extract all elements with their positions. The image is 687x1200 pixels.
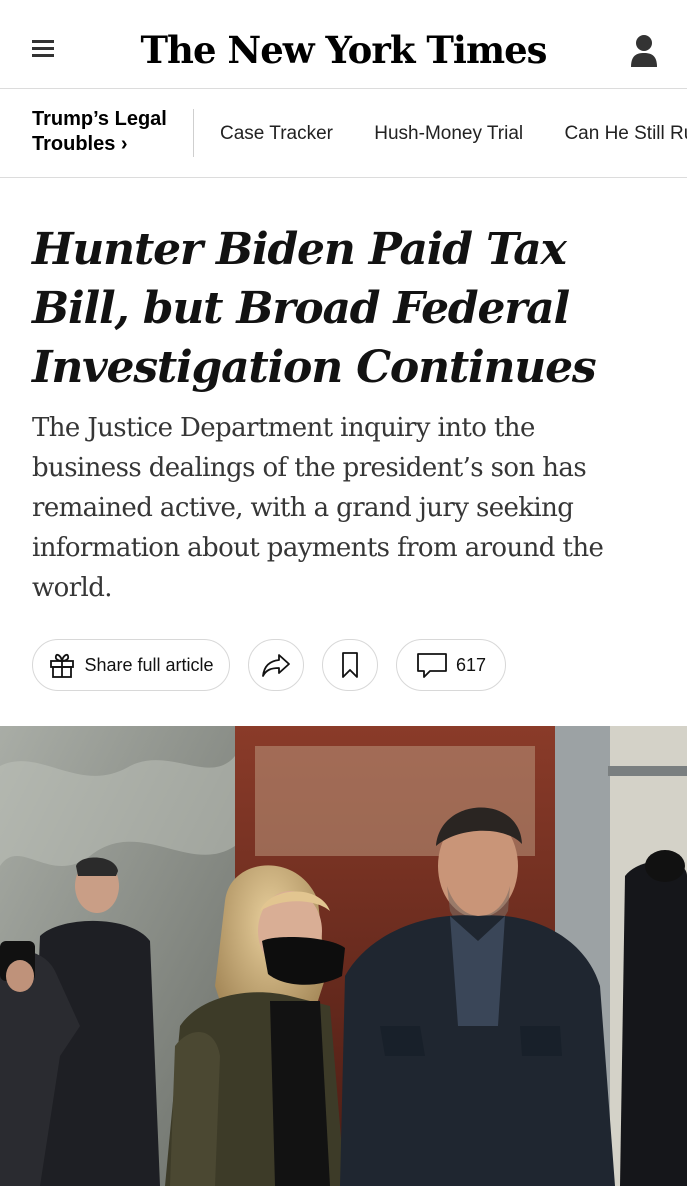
comment-count: 617 — [455, 654, 487, 675]
nyt-logo[interactable]: The New York Times — [0, 28, 687, 72]
share-full-article-button[interactable]: Share full article — [32, 639, 230, 691]
masthead: The New York Times — [0, 0, 687, 89]
comments-button[interactable]: 617 — [396, 639, 506, 691]
lead-photo — [0, 726, 687, 1186]
save-bookmark-button[interactable] — [322, 639, 378, 691]
person-icon[interactable] — [630, 34, 658, 68]
bookmark-icon — [342, 652, 358, 678]
forward-share-button[interactable] — [248, 639, 304, 691]
article-headline: Hunter Biden Paid Tax Bill, but Broad Fe… — [32, 224, 597, 393]
nav-links: Case Tracker Hush-Money Trial Can He Sti… — [220, 123, 687, 145]
nav-link-case-tracker[interactable]: Case Tracker — [220, 123, 333, 145]
comment-bubble-icon — [417, 653, 447, 678]
nav-link-can-he-still-run[interactable]: Can He Still Run? — [564, 123, 687, 145]
nav-divider — [193, 109, 194, 157]
article-summary: The Justice Department inquiry into the … — [32, 413, 604, 603]
gift-icon — [50, 653, 75, 678]
share-label: Share full article — [84, 654, 214, 675]
section-nav: Trump’s Legal Troubles › Case Tracker Hu… — [0, 89, 687, 178]
nav-link-hush-money-trial[interactable]: Hush-Money Trial — [374, 123, 523, 145]
section-label-trumps-legal-troubles[interactable]: Trump’s Legal Troubles › — [32, 107, 182, 157]
forward-arrow-icon — [262, 654, 290, 677]
